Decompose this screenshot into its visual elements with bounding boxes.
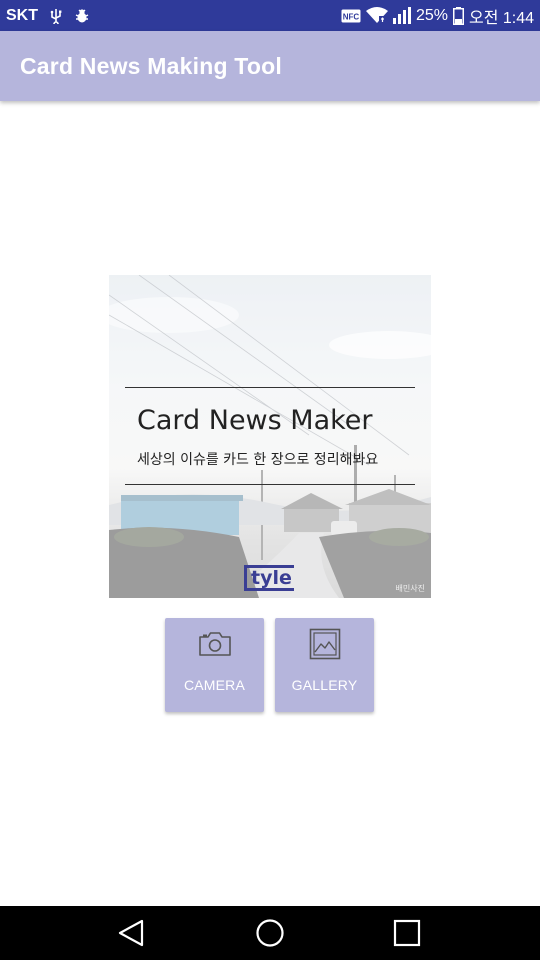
tyle-logo: tyle <box>244 565 294 591</box>
app-title: Card News Making Tool <box>20 52 282 79</box>
card-title: Card News Maker <box>137 405 373 436</box>
recents-square-icon <box>393 919 421 947</box>
camera-icon <box>197 628 233 660</box>
signal-icon <box>392 7 411 24</box>
card-preview-image: Card News Maker 세상의 이슈를 카드 한 장으로 정리해봐요 t… <box>109 275 431 598</box>
back-triangle-icon <box>118 919 144 947</box>
card-bottom-rule <box>125 484 415 485</box>
nfc-icon: NFC <box>341 9 361 23</box>
svg-text:NFC: NFC <box>343 12 360 21</box>
back-button[interactable] <box>102 906 162 960</box>
battery-icon <box>452 6 464 25</box>
card-overlay <box>109 275 431 598</box>
card-subtitle: 세상의 이슈를 카드 한 장으로 정리해봐요 <box>137 452 379 468</box>
gallery-button[interactable]: GALLERY <box>275 618 374 712</box>
home-button[interactable] <box>240 906 300 960</box>
status-bar: SKT NFC 25% 오전 1:44 <box>0 0 540 31</box>
app-bar: Card News Making Tool <box>0 31 540 101</box>
battery-percent: 25% <box>415 6 448 24</box>
card-top-rule <box>125 387 415 388</box>
wifi-icon <box>365 7 388 24</box>
camera-button[interactable]: CAMERA <box>165 618 264 712</box>
photo-credit-watermark: 배민사진 <box>395 584 425 593</box>
carrier-label: SKT <box>6 6 38 24</box>
camera-button-label: CAMERA <box>183 677 246 693</box>
image-icon <box>307 628 343 660</box>
gallery-button-label: GALLERY <box>291 677 358 693</box>
status-left: SKT <box>6 7 90 25</box>
navigation-bar <box>0 906 540 960</box>
clock: 오전 1:44 <box>468 9 534 27</box>
home-circle-icon <box>256 919 284 947</box>
status-right: NFC 25% 오전 1:44 <box>341 4 534 28</box>
usb-icon <box>48 8 64 24</box>
debug-bug-icon <box>74 8 90 24</box>
recents-button[interactable] <box>377 906 437 960</box>
